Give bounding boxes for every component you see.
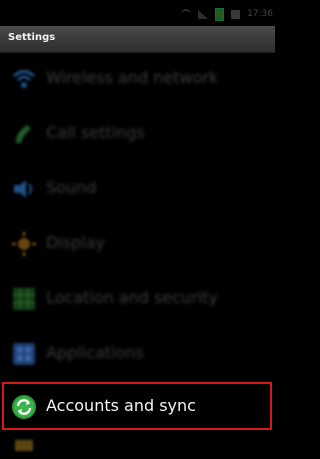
status-icons: 17:36 (181, 7, 273, 21)
status-bar: 17:36 (0, 0, 275, 26)
settings-item-wireless-and-network[interactable]: Wireless and network (0, 52, 275, 107)
settings-item-label: Wireless and network (46, 68, 219, 87)
applications-icon (11, 341, 37, 367)
settings-item-applications[interactable]: Applications (0, 327, 275, 382)
settings-item-call-settings[interactable]: Call settings (0, 107, 275, 162)
settings-item-label: Sound (46, 178, 97, 197)
brightness-icon (11, 231, 37, 257)
partial-item-icon (11, 436, 37, 451)
sync-icon (11, 394, 37, 420)
title-bar: Settings (0, 26, 275, 53)
settings-item-label: Applications (46, 343, 144, 362)
phone-icon (11, 121, 37, 147)
speaker-icon (11, 176, 37, 202)
settings-item-label: Location and security (46, 288, 218, 307)
signal-strength-icon (198, 9, 209, 19)
android-settings-screen: 17:36 Settings Wireless and network Call (0, 0, 275, 459)
settings-item-accounts-and-sync[interactable]: Accounts and sync (0, 382, 275, 432)
settings-item-sound[interactable]: Sound (0, 162, 275, 217)
battery-icon (215, 7, 225, 21)
message-notification-icon (231, 9, 241, 19)
settings-item-label: Accounts and sync (46, 396, 196, 415)
settings-item-label: Call settings (46, 123, 145, 142)
settings-item-display[interactable]: Display (0, 217, 275, 272)
settings-item-label: Display (46, 233, 105, 252)
settings-item-partial[interactable] (0, 432, 275, 452)
status-time: 17:36 (247, 9, 273, 19)
settings-item-location-and-security[interactable]: Location and security (0, 272, 275, 327)
location-grid-icon (11, 286, 37, 312)
wifi-status-icon (181, 9, 192, 19)
page-title: Settings (8, 32, 56, 43)
wifi-icon (11, 66, 37, 92)
settings-list: Wireless and network Call settings Sound (0, 52, 275, 452)
